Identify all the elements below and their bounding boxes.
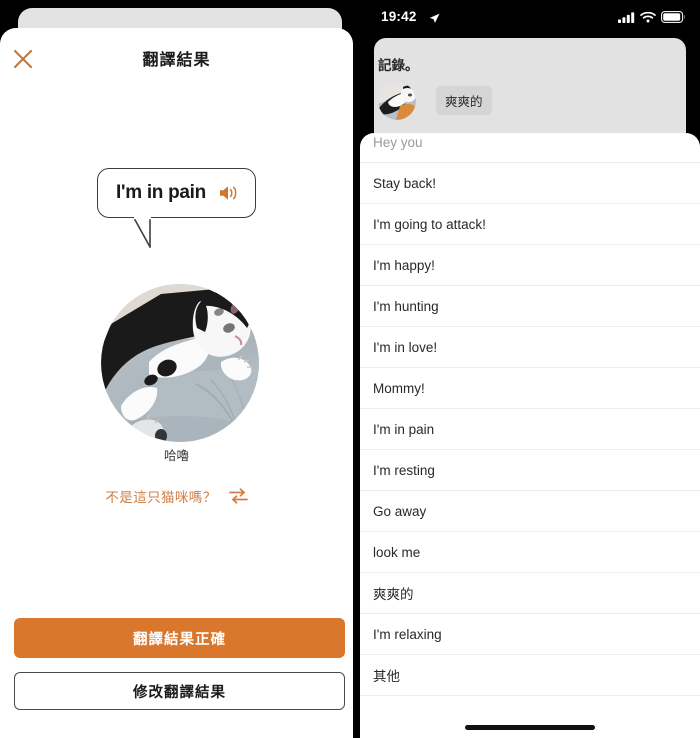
status-icons <box>618 10 686 28</box>
status-bar: 19:42 <box>360 0 700 30</box>
edit-translation-button[interactable]: 修改翻譯結果 <box>14 672 345 710</box>
list-item-label: I'm resting <box>373 462 435 478</box>
list-item-label: Go away <box>373 503 427 519</box>
list-item-label: 其他 <box>373 669 400 684</box>
list-item[interactable]: I'm happy! <box>360 245 700 286</box>
list-item[interactable]: Go away <box>360 491 700 532</box>
list-item[interactable]: I'm relaxing <box>360 614 700 655</box>
list-item[interactable]: I'm going to attack! <box>360 204 700 245</box>
list-item-label: Stay back! <box>373 175 437 191</box>
list-item-label: 爽爽的 <box>373 587 414 602</box>
speech-bubble-tail <box>133 217 174 248</box>
status-time: 19:42 <box>381 9 417 24</box>
home-indicator <box>465 725 595 730</box>
list-item-label: I'm hunting <box>373 298 439 314</box>
record-chip: 爽爽的 <box>436 86 492 115</box>
list-item[interactable]: I'm hunting <box>360 286 700 327</box>
phrase-list-sheet: Hey you Stay back! I'm going to attack! I'm… <box>360 133 700 738</box>
record-background-card <box>374 38 686 146</box>
list-item[interactable]: Mommy! <box>360 368 700 409</box>
cellular-signal-icon <box>618 10 635 28</box>
speaker-icon[interactable] <box>218 184 239 202</box>
list-item[interactable]: I'm resting <box>360 450 700 491</box>
list-item-label: I'm relaxing <box>373 626 442 642</box>
translation-result-sheet: 翻譯結果 I'm in pain 哈嚕 不是這只猫咪嗎？ 翻譯結果正確 修改翻譯… <box>0 28 353 738</box>
confirm-translation-button[interactable]: 翻譯結果正確 <box>14 618 345 658</box>
translation-text: I'm in pain <box>116 182 206 203</box>
battery-icon <box>661 10 686 28</box>
list-item[interactable]: I'm in love! <box>360 327 700 368</box>
wifi-icon <box>640 10 656 28</box>
record-label: 記錄。 <box>378 58 419 73</box>
phrase-list: Hey you Stay back! I'm going to attack! I'm… <box>360 133 700 696</box>
list-item-label: I'm going to attack! <box>373 216 486 232</box>
list-item[interactable]: I'm in pain <box>360 409 700 450</box>
list-item-label: look me <box>373 544 421 560</box>
change-cat-link[interactable]: 不是這只猫咪嗎？ <box>0 486 353 506</box>
list-item[interactable]: look me <box>360 532 700 573</box>
left-phone-panel: 翻譯結果 I'm in pain 哈嚕 不是這只猫咪嗎？ 翻譯結果正確 修改翻譯… <box>0 0 360 738</box>
list-item[interactable]: Hey you <box>360 133 700 163</box>
right-phone-panel: 19:42 記錄。 爽爽的 Hey you Stay back! I'm goi… <box>360 0 700 738</box>
cat-name: 哈嚕 <box>163 449 189 463</box>
list-item[interactable]: 爽爽的 <box>360 573 700 614</box>
list-item-label: I'm in pain <box>373 421 435 437</box>
speech-bubble-container: I'm in pain <box>0 168 353 248</box>
avatar <box>101 284 259 442</box>
list-item[interactable]: 其他 <box>360 655 700 696</box>
list-item-label: Mommy! <box>373 380 425 396</box>
list-item-label: I'm in love! <box>373 339 438 355</box>
location-arrow-icon <box>429 11 440 29</box>
sheet-header: 翻譯結果 <box>0 28 353 90</box>
list-item-label: Hey you <box>373 134 423 150</box>
change-cat-label: 不是這只猫咪嗎？ <box>105 490 217 505</box>
avatar <box>378 82 416 120</box>
list-item[interactable]: Stay back! <box>360 163 700 204</box>
page-title: 翻譯結果 <box>142 52 211 69</box>
swap-arrows-icon <box>228 488 248 504</box>
speech-bubble: I'm in pain <box>97 168 256 218</box>
list-item-label: I'm happy! <box>373 257 435 273</box>
